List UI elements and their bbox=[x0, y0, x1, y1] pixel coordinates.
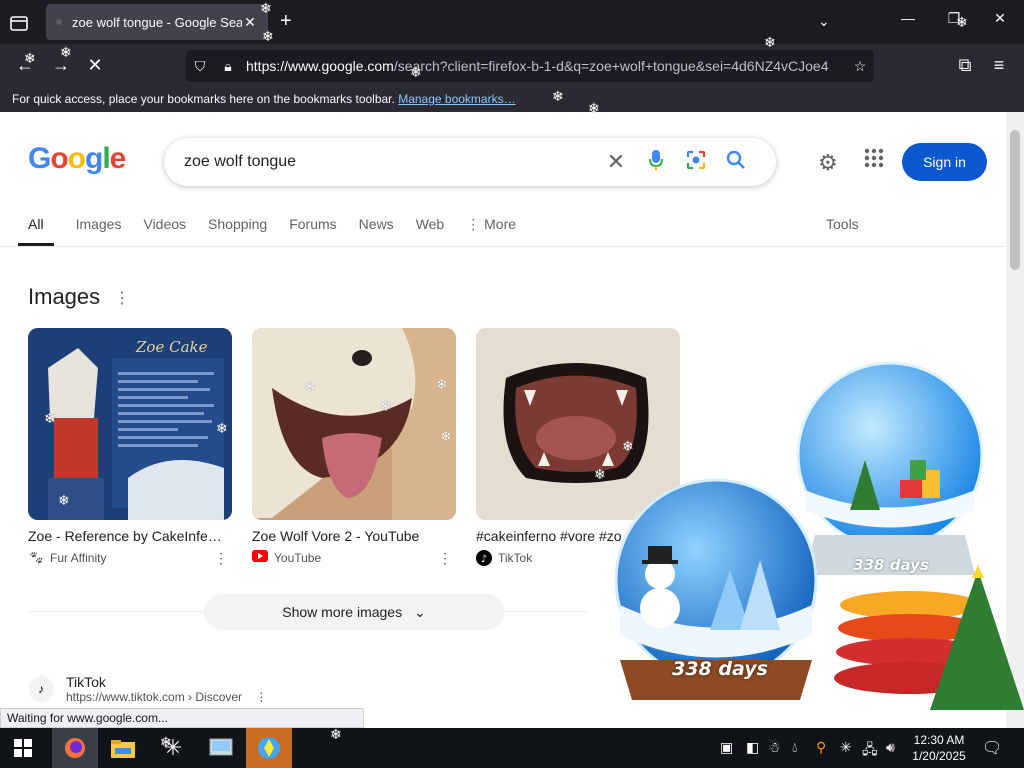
tray-drop-icon[interactable]: 💧︎ bbox=[792, 739, 798, 756]
notification-icon[interactable]: 🗨︎ bbox=[982, 738, 1002, 758]
url-bar[interactable]: ⛉ 🔒︎ https://www.google.com/search?clien… bbox=[186, 50, 874, 82]
tray-app-icon[interactable]: ☃ bbox=[768, 739, 781, 756]
image-thumbnail[interactable] bbox=[476, 328, 680, 520]
tab-close-icon[interactable]: ✕ bbox=[242, 14, 258, 31]
image-result[interactable]: #cakeinferno #vore #zo… ♪ TikTok bbox=[476, 328, 680, 566]
stop-loading-button[interactable]: ✕ bbox=[82, 52, 108, 78]
tab-loading-icon bbox=[56, 19, 62, 25]
google-doodle-logo[interactable]: Google bbox=[28, 142, 126, 176]
image-thumbnail[interactable]: Zoe Cake bbox=[28, 328, 232, 520]
tab-shopping[interactable]: Shopping bbox=[208, 208, 267, 246]
search-input[interactable]: zoe wolf tongue bbox=[184, 153, 596, 171]
image-caption[interactable]: #cakeinferno #vore #zo… bbox=[476, 528, 680, 544]
image-caption[interactable]: Zoe Wolf Vore 2 - YouTube bbox=[252, 528, 456, 544]
image-source[interactable]: YouTube bbox=[252, 550, 456, 566]
svg-text:♪: ♪ bbox=[481, 554, 487, 565]
more-options-icon[interactable]: ⋮ bbox=[114, 288, 130, 308]
tab-more[interactable]: ⋮ More bbox=[466, 208, 516, 246]
web-result[interactable]: ♪ TikTok https://www.tiktok.com › Discov… bbox=[28, 674, 267, 704]
image-caption[interactable]: Zoe - Reference by CakeInfe… bbox=[28, 528, 232, 544]
search-tabs: All Images Videos Shopping Forums News W… bbox=[18, 208, 538, 246]
network-icon[interactable]: 🖧︎ bbox=[862, 739, 878, 763]
more-options-icon[interactable]: ⋮ bbox=[255, 690, 267, 704]
chevron-down-icon[interactable]: ⌄ bbox=[818, 13, 830, 30]
new-tab-button[interactable]: + bbox=[280, 11, 292, 31]
restore-button[interactable]: ❐ bbox=[944, 10, 964, 27]
google-results-page: Google zoe wolf tongue ✕ ⚙ Sign in All I… bbox=[0, 112, 1006, 728]
tab-title: zoe wolf tongue - Google Search bbox=[72, 14, 242, 30]
tab-all[interactable]: All bbox=[18, 208, 54, 246]
tab-web[interactable]: Web bbox=[416, 208, 445, 246]
search-icon[interactable] bbox=[716, 150, 756, 175]
bookmark-star-icon[interactable]: ☆ bbox=[846, 58, 874, 75]
tabs-divider bbox=[0, 246, 1006, 247]
search-box[interactable]: zoe wolf tongue ✕ bbox=[164, 138, 776, 186]
tab-list-icon[interactable] bbox=[8, 12, 30, 34]
thumbnail-title: Zoe Cake bbox=[136, 338, 208, 356]
minimize-button[interactable]: — bbox=[898, 10, 918, 26]
tray-app-icon[interactable]: ◧ bbox=[746, 739, 759, 756]
status-bar: Waiting for www.google.com... bbox=[0, 708, 364, 728]
tiktok-icon: ♪ bbox=[28, 676, 54, 702]
apps-grid-icon[interactable] bbox=[864, 148, 884, 174]
back-button[interactable]: ← bbox=[12, 52, 38, 78]
image-thumbnail[interactable] bbox=[252, 328, 456, 520]
taskbar-app[interactable] bbox=[198, 728, 244, 768]
forward-button[interactable]: → bbox=[48, 52, 74, 78]
bookmarks-prompt: For quick access, place your bookmarks h… bbox=[12, 92, 395, 106]
sign-in-button[interactable]: Sign in bbox=[902, 143, 987, 181]
menu-icon[interactable]: ≡ bbox=[986, 52, 1012, 78]
bookmarks-toolbar: For quick access, place your bookmarks h… bbox=[0, 86, 1024, 112]
manage-bookmarks-link[interactable]: Manage bookmarks… bbox=[398, 92, 515, 106]
more-options-icon[interactable]: ⋮ bbox=[438, 550, 452, 567]
tray-app-icon[interactable]: ▣ bbox=[720, 739, 733, 756]
image-result[interactable]: Zoe Wolf Vore 2 - YouTube YouTube ⋮ bbox=[252, 328, 456, 566]
image-source[interactable]: 🐾︎ Fur Affinity bbox=[28, 550, 232, 566]
scrollbar-thumb[interactable] bbox=[1010, 130, 1020, 270]
windows-taskbar: ✳ ▣ ◧ ☃ 💧︎ ⚲ ✳ 🖧︎ 🔊︎ 12:30 AM 1/20/2025 … bbox=[0, 728, 1024, 768]
taskbar-firefox[interactable] bbox=[52, 728, 98, 768]
paw-icon: 🐾︎ bbox=[28, 550, 45, 565]
volume-icon[interactable]: 🔊︎ bbox=[886, 739, 895, 756]
tab-forums[interactable]: Forums bbox=[289, 208, 336, 246]
lock-icon[interactable]: 🔒︎ bbox=[214, 58, 242, 75]
extensions-icon[interactable]: ⧉ bbox=[952, 52, 978, 78]
taskbar-desktop-app[interactable] bbox=[246, 728, 292, 768]
more-options-icon[interactable]: ⋮ bbox=[214, 550, 228, 567]
tray-search-icon[interactable]: ⚲ bbox=[816, 739, 826, 756]
result-site-name[interactable]: TikTok bbox=[66, 674, 267, 690]
image-source[interactable]: ♪ TikTok bbox=[476, 550, 680, 566]
tools-button[interactable]: Tools bbox=[826, 216, 859, 232]
lens-icon[interactable] bbox=[676, 149, 716, 176]
nav-bar: ← → ✕ ⛉ 🔒︎ https://www.google.com/search… bbox=[0, 44, 1024, 86]
close-window-button[interactable]: ✕ bbox=[990, 10, 1010, 27]
gear-icon[interactable]: ⚙ bbox=[818, 150, 838, 176]
tiktok-icon: ♪ bbox=[476, 550, 492, 566]
shield-icon[interactable]: ⛉ bbox=[186, 58, 214, 75]
url-text[interactable]: https://www.google.com/search?client=fir… bbox=[242, 58, 846, 74]
youtube-icon bbox=[252, 550, 268, 566]
start-button[interactable] bbox=[0, 728, 46, 768]
tab-bar: zoe wolf tongue - Google Search ✕ + ⌄ — … bbox=[0, 0, 1024, 44]
chevron-down-icon: ⌄ bbox=[413, 604, 426, 620]
clock[interactable]: 12:30 AM 1/20/2025 bbox=[910, 732, 968, 764]
clear-icon[interactable]: ✕ bbox=[596, 149, 636, 175]
tab-videos[interactable]: Videos bbox=[143, 208, 186, 246]
image-result[interactable]: Zoe Cake Zoe - Reference by CakeInfe… 🐾︎… bbox=[28, 328, 232, 566]
images-heading: Images bbox=[28, 284, 101, 309]
page-scrollbar[interactable] bbox=[1006, 112, 1024, 728]
tab-news[interactable]: News bbox=[359, 208, 394, 246]
microphone-icon[interactable] bbox=[636, 149, 676, 176]
taskbar-snowflake-app[interactable]: ✳ bbox=[150, 728, 196, 768]
show-more-images-button[interactable]: Show more images ⌄ bbox=[204, 594, 504, 630]
active-tab[interactable]: zoe wolf tongue - Google Search ✕ bbox=[46, 4, 268, 40]
taskbar-file-explorer[interactable] bbox=[100, 728, 146, 768]
result-url[interactable]: https://www.tiktok.com › Discover ⋮ bbox=[66, 690, 267, 704]
tab-images[interactable]: Images bbox=[76, 208, 122, 246]
tray-snowflake-icon[interactable]: ✳ bbox=[840, 739, 852, 756]
